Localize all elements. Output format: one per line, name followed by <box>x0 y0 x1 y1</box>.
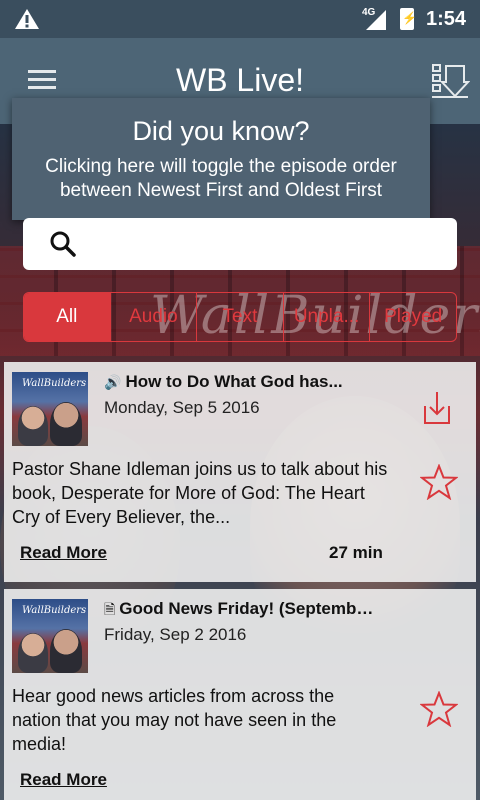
favorite-star-icon[interactable] <box>420 464 458 500</box>
tooltip-body: Clicking here will toggle the episode or… <box>45 156 397 201</box>
search-input[interactable] <box>93 228 443 260</box>
favorite-star-icon[interactable] <box>420 691 458 727</box>
episode-date: Monday, Sep 5 2016 <box>104 398 260 417</box>
tab-played[interactable]: Played <box>369 293 456 341</box>
episode-description: Pastor Shane Idleman joins us to talk ab… <box>12 459 388 527</box>
episode-description: Hear good news articles from across the … <box>12 686 337 754</box>
read-more-link[interactable]: Read More <box>20 543 107 563</box>
app-title: WB Live! <box>175 62 305 98</box>
episode-card[interactable]: WallBuilders 🗎 Good News Friday! (Septemb… <box>4 589 476 800</box>
clock: 1:54 <box>426 8 467 30</box>
episode-duration: 27 min <box>329 543 383 562</box>
sort-order-icon[interactable] <box>430 62 470 100</box>
status-bar: 4G 1:54 <box>0 0 480 38</box>
read-more-link[interactable]: Read More <box>20 770 107 790</box>
speaker-icon: 🔊 <box>104 374 122 390</box>
network-type: 4G <box>362 7 376 18</box>
tab-all[interactable]: All <box>24 293 110 341</box>
battery-icon <box>400 8 417 30</box>
episode-thumbnail: WallBuilders <box>12 372 88 446</box>
search-icon <box>50 231 76 257</box>
tooltip-heading: Did you know? <box>132 116 310 146</box>
episode-filter-tabs: All Audio Text Unpla... Played <box>23 292 457 342</box>
episode-title: 🗎Good News Friday! (September 2,... <box>104 599 374 618</box>
tab-audio[interactable]: Audio <box>109 293 197 341</box>
sort-order-tooltip[interactable]: Did you know? Clicking here will toggle … <box>12 98 430 220</box>
text-doc-icon: 🗎 <box>104 601 116 617</box>
search-bar[interactable] <box>23 218 457 270</box>
tab-unplayed[interactable]: Unpla... <box>282 293 370 341</box>
download-icon[interactable] <box>422 390 452 426</box>
episode-card[interactable]: WallBuilders 🔊 How to Do What God has... … <box>4 362 476 582</box>
tab-text[interactable]: Text <box>196 293 283 341</box>
episode-date: Friday, Sep 2 2016 <box>104 625 247 644</box>
episode-thumbnail: WallBuilders <box>12 599 88 673</box>
warning-icon <box>15 9 39 29</box>
episode-title: 🔊 How to Do What God has... <box>104 372 343 391</box>
